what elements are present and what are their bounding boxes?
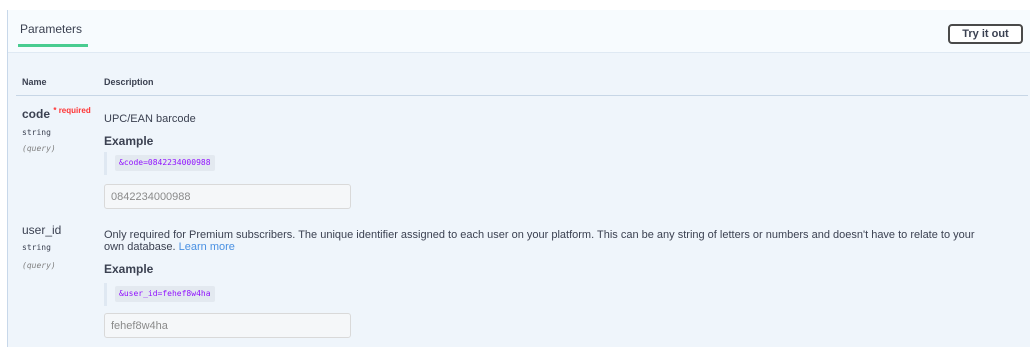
column-header-divider: [16, 95, 1028, 96]
example-label: Example: [104, 134, 154, 148]
param-name-user-id: user_id: [22, 223, 62, 237]
parameters-panel: Parameters Try it out Name Description c…: [7, 10, 1030, 347]
example-label: Example: [104, 262, 154, 276]
param-description: UPC/EAN barcode: [104, 113, 196, 125]
learn-more-link[interactable]: Learn more: [179, 241, 235, 253]
param-location: (query): [22, 144, 56, 153]
param-name-label: code: [22, 107, 51, 121]
try-it-out-button[interactable]: Try it out: [948, 24, 1023, 44]
example-code: &code=0842234000988: [115, 155, 215, 171]
code-input[interactable]: [104, 184, 351, 209]
column-header-description: Description: [104, 77, 154, 87]
param-description: Only required for Premium subscribers. T…: [104, 229, 1024, 253]
example-block: &code=0842234000988: [104, 152, 215, 175]
user-id-input[interactable]: [104, 313, 351, 338]
example-code: &user_id=fehef8w4ha: [115, 286, 215, 302]
param-type: string: [22, 128, 51, 137]
description-text-continued: own database.: [104, 241, 179, 253]
description-text: The unique identifier assigned to each u…: [295, 229, 975, 241]
description-emphasis: Only required for Premium subscribers.: [104, 229, 296, 241]
required-marker: * required: [53, 106, 91, 115]
param-location: (query): [22, 261, 56, 270]
example-block: &user_id=fehef8w4ha: [104, 283, 215, 306]
param-type: string: [22, 243, 51, 252]
tab-parameters[interactable]: Parameters: [18, 22, 88, 47]
param-name-code: code * required: [22, 106, 91, 121]
column-header-name: Name: [22, 77, 47, 87]
parameters-header: Parameters Try it out: [8, 10, 1030, 53]
